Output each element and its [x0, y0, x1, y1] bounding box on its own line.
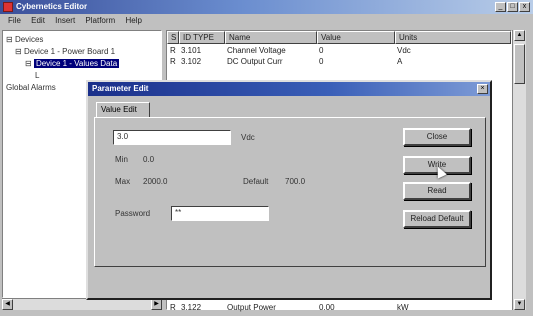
- close-button[interactable]: Close: [403, 128, 471, 146]
- column-header-id[interactable]: ID TYPE: [179, 31, 225, 44]
- read-button[interactable]: Read: [403, 182, 471, 200]
- list-vertical-scrollbar[interactable]: ▲ ▼: [512, 30, 526, 310]
- parameter-edit-dialog: Parameter Edit × Value Edit 3.0 Vdc Min …: [86, 80, 492, 300]
- tree-expander-icon[interactable]: ⊟: [25, 59, 32, 68]
- default-value: 700.0: [285, 177, 306, 186]
- app-icon: [3, 2, 13, 12]
- scroll-right-icon[interactable]: ▶: [151, 299, 162, 310]
- value-edit-panel: 3.0 Vdc Min 0.0 Max 2000.0 Default 700.0…: [94, 117, 486, 267]
- scroll-down-icon[interactable]: ▼: [514, 299, 525, 310]
- tree-expander-icon[interactable]: ⊟: [15, 47, 22, 56]
- reload-default-button[interactable]: Reload Default: [403, 210, 471, 228]
- value-unit-label: Vdc: [241, 133, 255, 142]
- column-header-value[interactable]: Value: [317, 31, 395, 44]
- menu-platform[interactable]: Platform: [85, 14, 115, 28]
- column-header-name[interactable]: Name: [225, 31, 317, 44]
- window-title: Cybernetics Editor: [16, 2, 88, 11]
- menu-bar: File Edit Insert Platform Help: [0, 14, 533, 28]
- dialog-titlebar: Parameter Edit ×: [88, 82, 490, 96]
- menu-help[interactable]: Help: [125, 14, 141, 28]
- scroll-up-icon[interactable]: ▲: [514, 30, 525, 41]
- close-window-button[interactable]: x: [519, 2, 530, 12]
- min-value: 0.0: [143, 155, 155, 164]
- tree-item-device-1[interactable]: ⊟ Device 1 - Power Board 1: [15, 47, 115, 57]
- tree-item-global-alarms[interactable]: Global Alarms: [6, 83, 56, 93]
- password-label: Password: [115, 209, 151, 218]
- tree-item-leaf[interactable]: L: [35, 71, 39, 81]
- column-header-status[interactable]: S: [167, 31, 179, 44]
- dialog-close-icon[interactable]: ×: [477, 84, 488, 94]
- menu-edit[interactable]: Edit: [31, 14, 45, 28]
- maximize-button[interactable]: □: [507, 2, 518, 12]
- column-header-units[interactable]: Units: [395, 31, 511, 44]
- minimize-button[interactable]: _: [495, 2, 506, 12]
- tree-item-devices[interactable]: ⊟ Devices: [6, 35, 43, 45]
- window-titlebar: Cybernetics Editor _ □ x: [0, 0, 533, 14]
- tree-item-values-data[interactable]: ⊟ Device 1 - Values Data: [25, 59, 120, 69]
- max-label: Max: [115, 177, 131, 186]
- min-label: Min: [115, 155, 128, 164]
- value-input[interactable]: 3.0: [113, 130, 231, 145]
- max-value: 2000.0: [143, 177, 168, 186]
- password-field[interactable]: **: [171, 206, 269, 221]
- scroll-left-icon[interactable]: ◀: [2, 299, 13, 310]
- tree-expander-icon[interactable]: ⊟: [6, 35, 13, 44]
- menu-insert[interactable]: Insert: [55, 14, 75, 28]
- default-label: Default: [243, 177, 269, 186]
- table-row[interactable]: R 3.122 Output Power 0.00 kW: [167, 303, 511, 313]
- menu-file[interactable]: File: [8, 14, 21, 28]
- scroll-thumb[interactable]: [514, 44, 525, 84]
- table-row[interactable]: R 3.102 DC Output Curr 0 A: [167, 57, 511, 67]
- dialog-title: Parameter Edit: [92, 84, 149, 93]
- table-row[interactable]: R 3.101 Channel Voltage 0 Vdc: [167, 46, 511, 56]
- tab-value-edit[interactable]: Value Edit: [96, 102, 150, 118]
